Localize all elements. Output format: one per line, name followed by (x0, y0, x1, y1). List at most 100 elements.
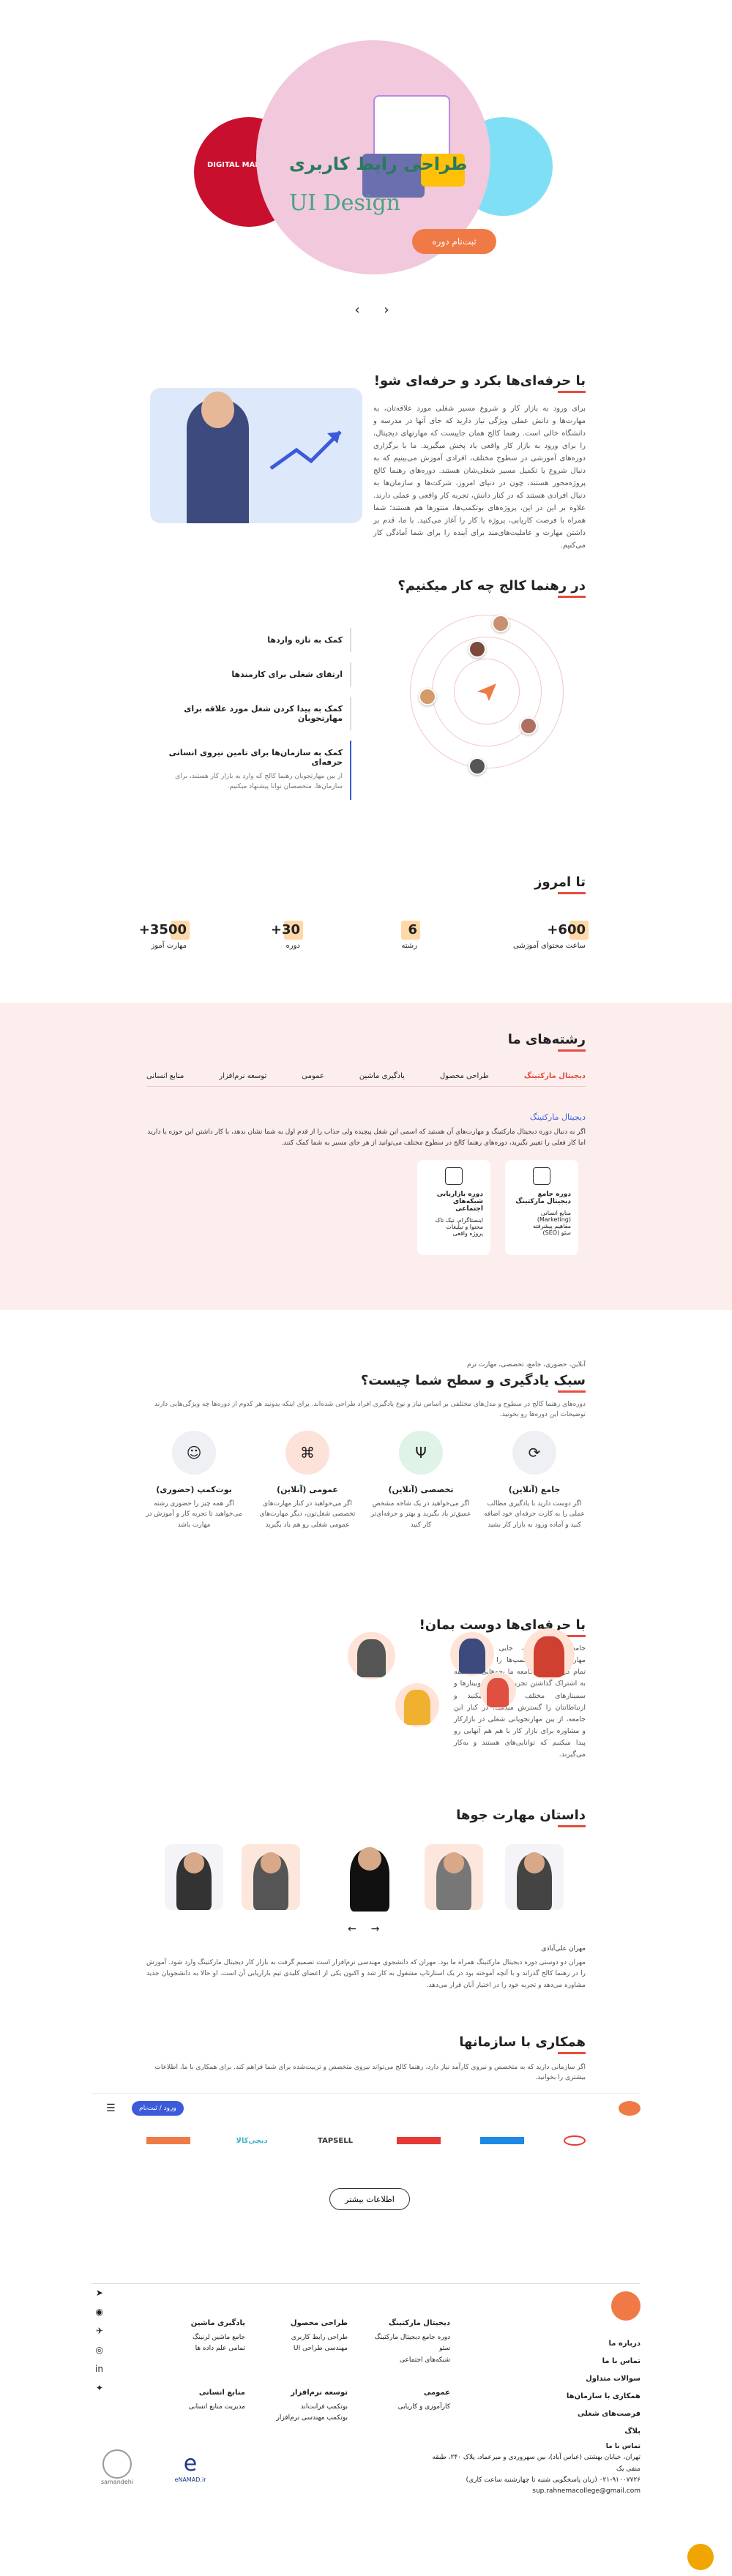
course-card[interactable]: دوره بازاریابی شبکه‌های اجتماعی اینستاگر… (417, 1160, 490, 1255)
footer-col-link[interactable]: بوتکمپ فرانت‌اند (276, 2402, 348, 2413)
story-photo[interactable] (165, 1844, 223, 1910)
style-bootcamp[interactable]: ☺ بوت‌کمپ (حضوری) اگر همه چیز را حضوری ر… (143, 1431, 245, 1530)
stat-number: 30+ (270, 921, 304, 940)
footer-col-link[interactable]: طراحی رابط کاربری (291, 2332, 348, 2343)
footer-col-title[interactable]: عمومی (398, 2386, 450, 2399)
intro-text: برای ورود به بازار کار و شروع مسیر شغلی … (373, 405, 586, 550)
footer-col-link[interactable]: تمامی علم داده ها (191, 2343, 245, 2354)
footer-col-title[interactable]: یادگیری ماشین (191, 2317, 245, 2329)
footer-logo[interactable] (611, 2291, 640, 2321)
course-title: دوره جامع دیجیتال مارکتینگ (515, 1191, 571, 1205)
style-comprehensive[interactable]: ⟳ جامع (آنلاین) اگر دوست دارید با یادگیر… (483, 1431, 586, 1530)
list-item[interactable]: کمک به تازه واردها (154, 628, 351, 652)
prev-arrow-icon[interactable]: ‹ (348, 300, 367, 319)
support-chat-button[interactable] (687, 2544, 714, 2570)
footer-col-link[interactable]: بوتکمپ مهندسی نرم‌افزار (276, 2413, 348, 2424)
style-heading: سبک یادگیری و سطح شما چیست؟ (361, 1373, 586, 1393)
telegram-icon[interactable]: ➤ (95, 2288, 103, 2298)
footer-col-title[interactable]: طراحی محصول (291, 2317, 348, 2329)
tab-hr[interactable]: منابع انسانی (146, 1072, 184, 1080)
footer-col-link[interactable]: مهندسی طراحی UI (291, 2343, 348, 2354)
footer-col-link[interactable]: کارآموزی و کاریابی (398, 2402, 450, 2413)
community-photo (395, 1683, 439, 1727)
tab-general[interactable]: عمومی (302, 1072, 324, 1080)
location-icon[interactable]: ◉ (95, 2307, 102, 2317)
tab-digital-marketing[interactable]: دیجیتال مارکتینگ (524, 1072, 586, 1080)
badge-label: eNAMAD.ir (174, 2476, 206, 2483)
footer-link-contact[interactable]: تماس با ما (567, 2353, 640, 2370)
footer-col-link[interactable]: مدیریت منابع انسانی (189, 2402, 245, 2413)
footer-col-link[interactable]: شبکه‌های اجتماعی (375, 2355, 450, 2366)
list-item[interactable]: ارتقای شغلی برای کارمندها (154, 662, 351, 686)
tab-product-design[interactable]: طراحی محصول (440, 1072, 489, 1080)
stat-courses: 30+ دوره (270, 921, 304, 950)
course-title-fa: طراحی رابط کاربری (289, 154, 468, 174)
field-description: اگر به دنبال دوره دیجیتال مارکتینگ و مها… (147, 1128, 586, 1147)
footer-link-partners[interactable]: همکاری با سازمان‌ها (567, 2388, 640, 2405)
contact-phone[interactable]: ۰۲۱-۹۱۰۰۷۷۲۶ (زبان پاسخگویی شنبه تا چهار… (421, 2475, 640, 2486)
footer-col-title[interactable]: منابع انسانی (189, 2386, 245, 2399)
active-field-title: دیجیتال مارکتینگ (529, 1112, 586, 1122)
course-card[interactable]: دوره جامع دیجیتال مارکتینگ منابع انسانی … (505, 1160, 578, 1255)
story-photo[interactable] (505, 1844, 564, 1910)
style-general[interactable]: ⌘ عمومی (آنلاین) اگر می‌خواهید در کنار م… (256, 1431, 359, 1530)
footer-col-link[interactable]: سئو (375, 2343, 450, 2354)
community-section: با حرفه‌ای‌ها دوست بمان! جامعه رهنما کال… (0, 1588, 732, 1793)
footer-col-link[interactable]: دوره جامع دیجیتال مارکتینگ (375, 2332, 450, 2343)
footer-link-jobs[interactable]: فرصت‌های شغلی (567, 2405, 640, 2423)
footer-col: عمومی کارآموزی و کاریابی (398, 2386, 450, 2413)
footer-col-link[interactable]: جامع ماشین لرنینگ (191, 2332, 245, 2343)
footer-link-blog[interactable]: بلاگ (567, 2423, 640, 2441)
grid-icon: ⌘ (285, 1431, 329, 1475)
partner-logo (480, 2137, 524, 2144)
footer-link-about[interactable]: درباره ما (567, 2335, 641, 2353)
partner-logo (397, 2137, 441, 2144)
footer-col: یادگیری ماشین جامع ماشین لرنینگ تمامی عل… (191, 2317, 245, 2355)
footer-link-faq[interactable]: سوالات متداول (567, 2370, 640, 2388)
next-arrow-icon[interactable]: › (377, 300, 396, 319)
footer-col: توسعه نرم‌افزار بوتکمپ فرانت‌اند بوتکمپ … (276, 2386, 348, 2425)
footer-col-title[interactable]: دیجیتال مارکتینگ (375, 2317, 450, 2329)
enamad-badge[interactable]: e eNAMAD.ir (165, 2438, 216, 2496)
footer-col-title[interactable]: توسعه نرم‌افزار (276, 2386, 348, 2399)
site-logo[interactable] (619, 2101, 640, 2116)
community-photo (450, 1632, 494, 1676)
tab-software[interactable]: توسعه نرم‌افزار (219, 1072, 266, 1080)
style-subtitle: آنلاین، حضوری، جامع، تخصصی، مهارت ترم (467, 1361, 586, 1368)
contact-email[interactable]: sup.rahnemacollege@gmail.com (421, 2486, 640, 2497)
stat-label: ساعت محتوای آموزشی (512, 942, 586, 950)
instagram-icon[interactable]: ◎ (95, 2345, 102, 2355)
list-item[interactable]: کمک به پیدا کردن شغل مورد علاقه برای مها… (154, 697, 351, 730)
style-text: اگر می‌خواهید در کنار مهارت‌های تخصصی شغ… (259, 1500, 356, 1529)
story-photo[interactable] (242, 1844, 300, 1910)
story-photo-active[interactable] (337, 1838, 403, 1912)
tab-machine-learning[interactable]: یادگیری ماشین (359, 1072, 405, 1080)
arrow-right-icon[interactable]: → (371, 1923, 380, 1935)
paper-plane-icon (477, 684, 496, 701)
twitter-icon[interactable]: ✦ (95, 2383, 103, 2393)
item-title: کمک به سازمان‌ها برای تامین نیروی انسانی… (168, 748, 343, 767)
story-photo[interactable] (425, 1844, 483, 1910)
send-icon[interactable]: ✈ (95, 2326, 103, 2336)
stats-heading: تا امروز (534, 875, 586, 894)
style-specialized[interactable]: Ψ تخصصی (آنلاین) اگر می‌خواهید در یک شاخ… (370, 1431, 472, 1530)
style-title: تخصصی (آنلاین) (388, 1485, 454, 1494)
person-head (201, 392, 234, 428)
contact-title: تماس با ما (605, 2443, 640, 2450)
partner-logo (564, 2135, 586, 2146)
partner-logos: دیجی‌کالا TAPSELL (146, 2104, 586, 2177)
what-list: کمک به تازه واردها ارتقای شغلی برای کارم… (154, 628, 351, 810)
linkedin-icon[interactable]: in (95, 2364, 103, 2374)
more-info-button[interactable]: اطلاعات بیشتر (329, 2188, 410, 2210)
enroll-button[interactable]: ثبت‌نام دوره (412, 229, 496, 254)
partners-section: همکاری با سازمانها اگر سازمانی دارید که … (0, 2020, 732, 2283)
community-photo (479, 1672, 516, 1709)
list-item-active[interactable]: کمک به سازمان‌ها برای تامین نیروی انسانی… (154, 741, 351, 800)
menu-icon[interactable]: ☰ (106, 2103, 116, 2114)
course-title-en: UI Design (289, 190, 400, 216)
arrow-left-icon[interactable]: ← (348, 1923, 356, 1935)
stats-section: تا امروز 600+ ساعت محتوای آموزشی 6 رشته … (0, 856, 732, 1003)
samandehi-badge[interactable]: samandehi (92, 2438, 143, 2496)
course-icon (445, 1167, 463, 1185)
item-title: ارتقای شغلی برای کارمندها (231, 670, 343, 679)
